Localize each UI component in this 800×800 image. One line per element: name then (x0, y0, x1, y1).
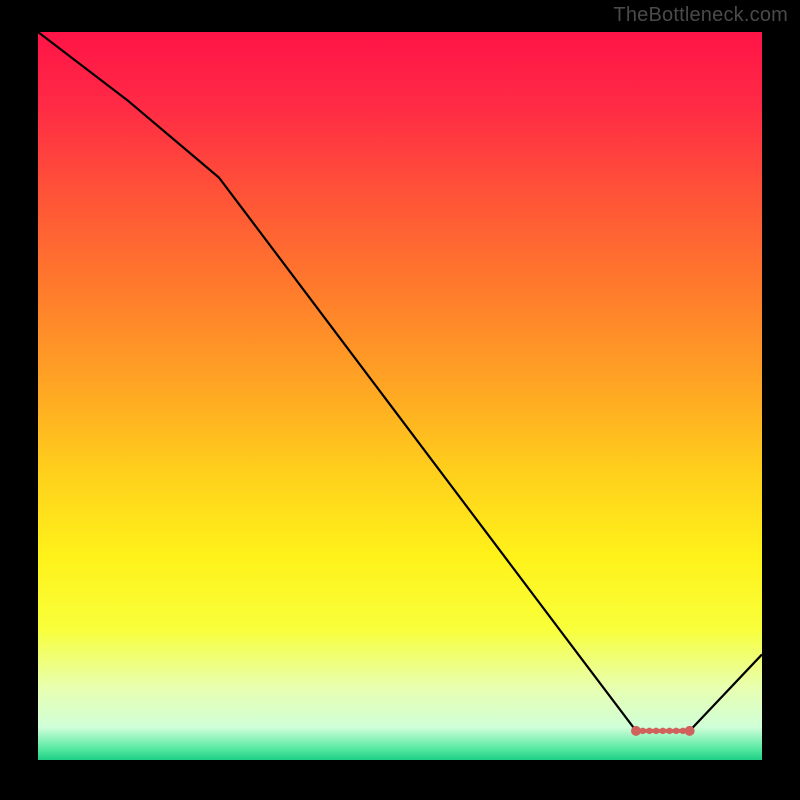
line-chart (0, 0, 800, 800)
chart-root: TheBottleneck.com (0, 0, 800, 800)
plot-background (38, 32, 762, 760)
